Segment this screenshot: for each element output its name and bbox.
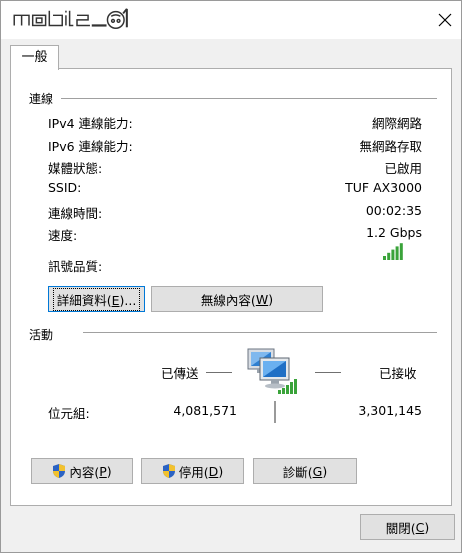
ipv4-value: 網際網路 [371, 116, 422, 131]
signal-bar [383, 256, 386, 260]
duration-value: 00:02:35 [365, 203, 422, 218]
signal-bar [399, 243, 403, 260]
connection-group-title: 連線 [29, 92, 54, 106]
connection-divider [61, 98, 437, 99]
uac-shield-icon [53, 464, 66, 478]
received-dash [315, 372, 341, 373]
tab-general[interactable]: 一般 [10, 45, 59, 70]
ipv6-value: 無網路存取 [359, 139, 422, 154]
ssid-label: SSID: [48, 180, 82, 195]
wifi-status-window: 一般 連線 IPv4 連線能力: 網際網路 IPv6 連線能力: 無網路存取 媒… [0, 0, 462, 553]
signal-bar [387, 252, 391, 260]
ipv4-label: IPv4 連線能力: [48, 116, 133, 131]
signal-bar [395, 246, 399, 260]
signal-strength-icon [383, 243, 403, 260]
network-computers-icon [247, 348, 297, 394]
properties-button[interactable]: 內容(P) [31, 458, 133, 484]
activity-separator [274, 401, 276, 423]
disable-button[interactable]: 停用(D) [141, 458, 244, 484]
close-icon[interactable] [437, 12, 453, 28]
ipv6-label: IPv6 連線能力: [48, 139, 133, 154]
signal-quality-label: 訊號品質: [48, 259, 103, 274]
uac-shield-icon [162, 464, 175, 478]
close-button[interactable]: 關閉(C) [360, 514, 455, 540]
signal-bar [391, 249, 395, 260]
duration-label: 連線時間: [48, 206, 103, 221]
bytes-sent-value: 4,081,571 [173, 403, 237, 418]
bytes-received-value: 3,301,145 [358, 403, 422, 418]
received-label: 已接收 [379, 366, 417, 381]
mobile01-logo-icon [13, 8, 128, 29]
activity-group-title: 活動 [29, 328, 54, 342]
speed-label: 速度: [48, 228, 78, 243]
ssid-value: TUF AX3000 [345, 180, 422, 195]
media-state-value: 已啟用 [384, 161, 422, 176]
sent-label: 已傳送 [161, 366, 199, 381]
media-state-label: 媒體狀態: [48, 161, 103, 176]
activity-divider [83, 332, 437, 333]
general-tab-panel: 連線 IPv4 連線能力: 網際網路 IPv6 連線能力: 無網路存取 媒體狀態… [10, 68, 452, 506]
bytes-label: 位元組: [48, 406, 90, 421]
speed-value: 1.2 Gbps [366, 225, 422, 240]
diagnose-button[interactable]: 診斷(G) [253, 458, 357, 484]
sent-dash [206, 372, 232, 373]
wireless-properties-button[interactable]: 無線內容(W) [151, 286, 323, 312]
title-bar [1, 1, 461, 39]
details-button[interactable]: 詳細資料(E)... [48, 286, 145, 312]
